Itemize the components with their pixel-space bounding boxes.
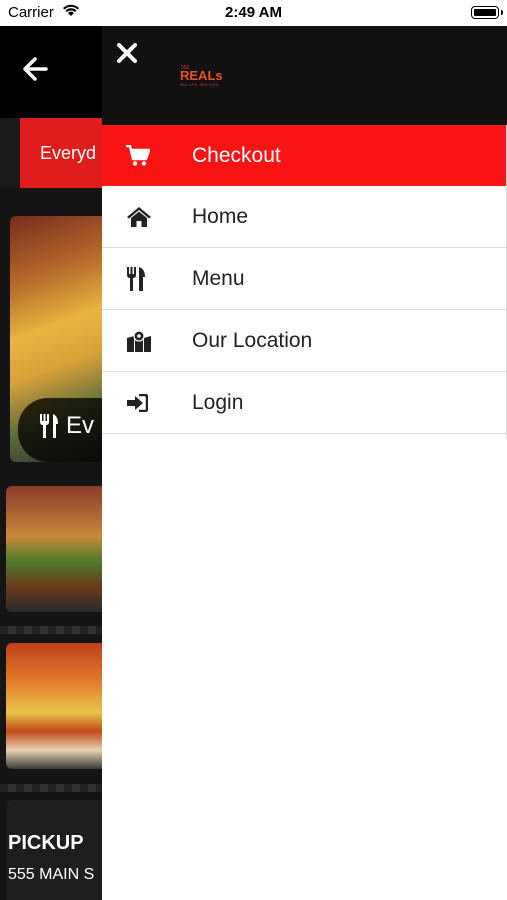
status-bar: Carrier 2:49 AM bbox=[0, 0, 507, 26]
clock: 2:49 AM bbox=[225, 4, 282, 21]
pickup-title: PICKUP bbox=[8, 832, 84, 854]
map-marker-icon bbox=[102, 329, 192, 352]
back-arrow-icon[interactable] bbox=[22, 56, 48, 87]
background-page: Everyd Ev PICKUP 555 MAIN S bbox=[0, 26, 102, 900]
menu-item-menu[interactable]: Menu bbox=[102, 248, 507, 310]
drawer-menu: Checkout Home Menu Our Location Login bbox=[102, 125, 507, 434]
tab-everyday[interactable]: Everyd bbox=[20, 118, 102, 188]
menu-item-our-location[interactable]: Our Location bbox=[102, 310, 507, 372]
app-header bbox=[0, 26, 102, 118]
cart-icon bbox=[102, 144, 192, 167]
category-card[interactable]: Ev bbox=[10, 216, 102, 462]
menu-item-home[interactable]: Home bbox=[102, 186, 507, 248]
menu-item-label: Our Location bbox=[192, 328, 313, 352]
menu-item-label: Login bbox=[192, 390, 244, 414]
category-card[interactable] bbox=[6, 643, 102, 769]
menu-item-label: Menu bbox=[192, 266, 245, 290]
menu-item-label: Home bbox=[192, 204, 249, 228]
close-icon[interactable] bbox=[116, 42, 138, 69]
category-list: Ev PICKUP 555 MAIN S bbox=[0, 188, 102, 900]
logo-text: REALs bbox=[180, 68, 223, 83]
pickup-card[interactable]: PICKUP 555 MAIN S bbox=[6, 800, 102, 900]
logo-tagline: REAL EATS · REAL GOOD bbox=[180, 83, 220, 87]
side-drawer: 555 REALs REAL EATS · REAL GOOD Checkout… bbox=[102, 26, 507, 900]
drawer-header: 555 REALs REAL EATS · REAL GOOD bbox=[102, 26, 507, 125]
utensils-icon bbox=[38, 414, 60, 443]
menu-item-label: Checkout bbox=[192, 143, 281, 167]
sign-in-icon bbox=[102, 393, 192, 412]
utensils-icon bbox=[102, 266, 192, 291]
menu-item-checkout[interactable]: Checkout bbox=[102, 125, 507, 186]
category-tabs: Everyd bbox=[0, 118, 102, 188]
battery-icon bbox=[471, 6, 499, 19]
card-label: Ev bbox=[66, 412, 95, 439]
home-icon bbox=[102, 206, 192, 228]
pickup-address: 555 MAIN S bbox=[8, 866, 95, 883]
category-card[interactable] bbox=[6, 486, 102, 612]
menu-item-login[interactable]: Login bbox=[102, 372, 507, 434]
logo: 555 REALs REAL EATS · REAL GOOD bbox=[180, 64, 244, 93]
